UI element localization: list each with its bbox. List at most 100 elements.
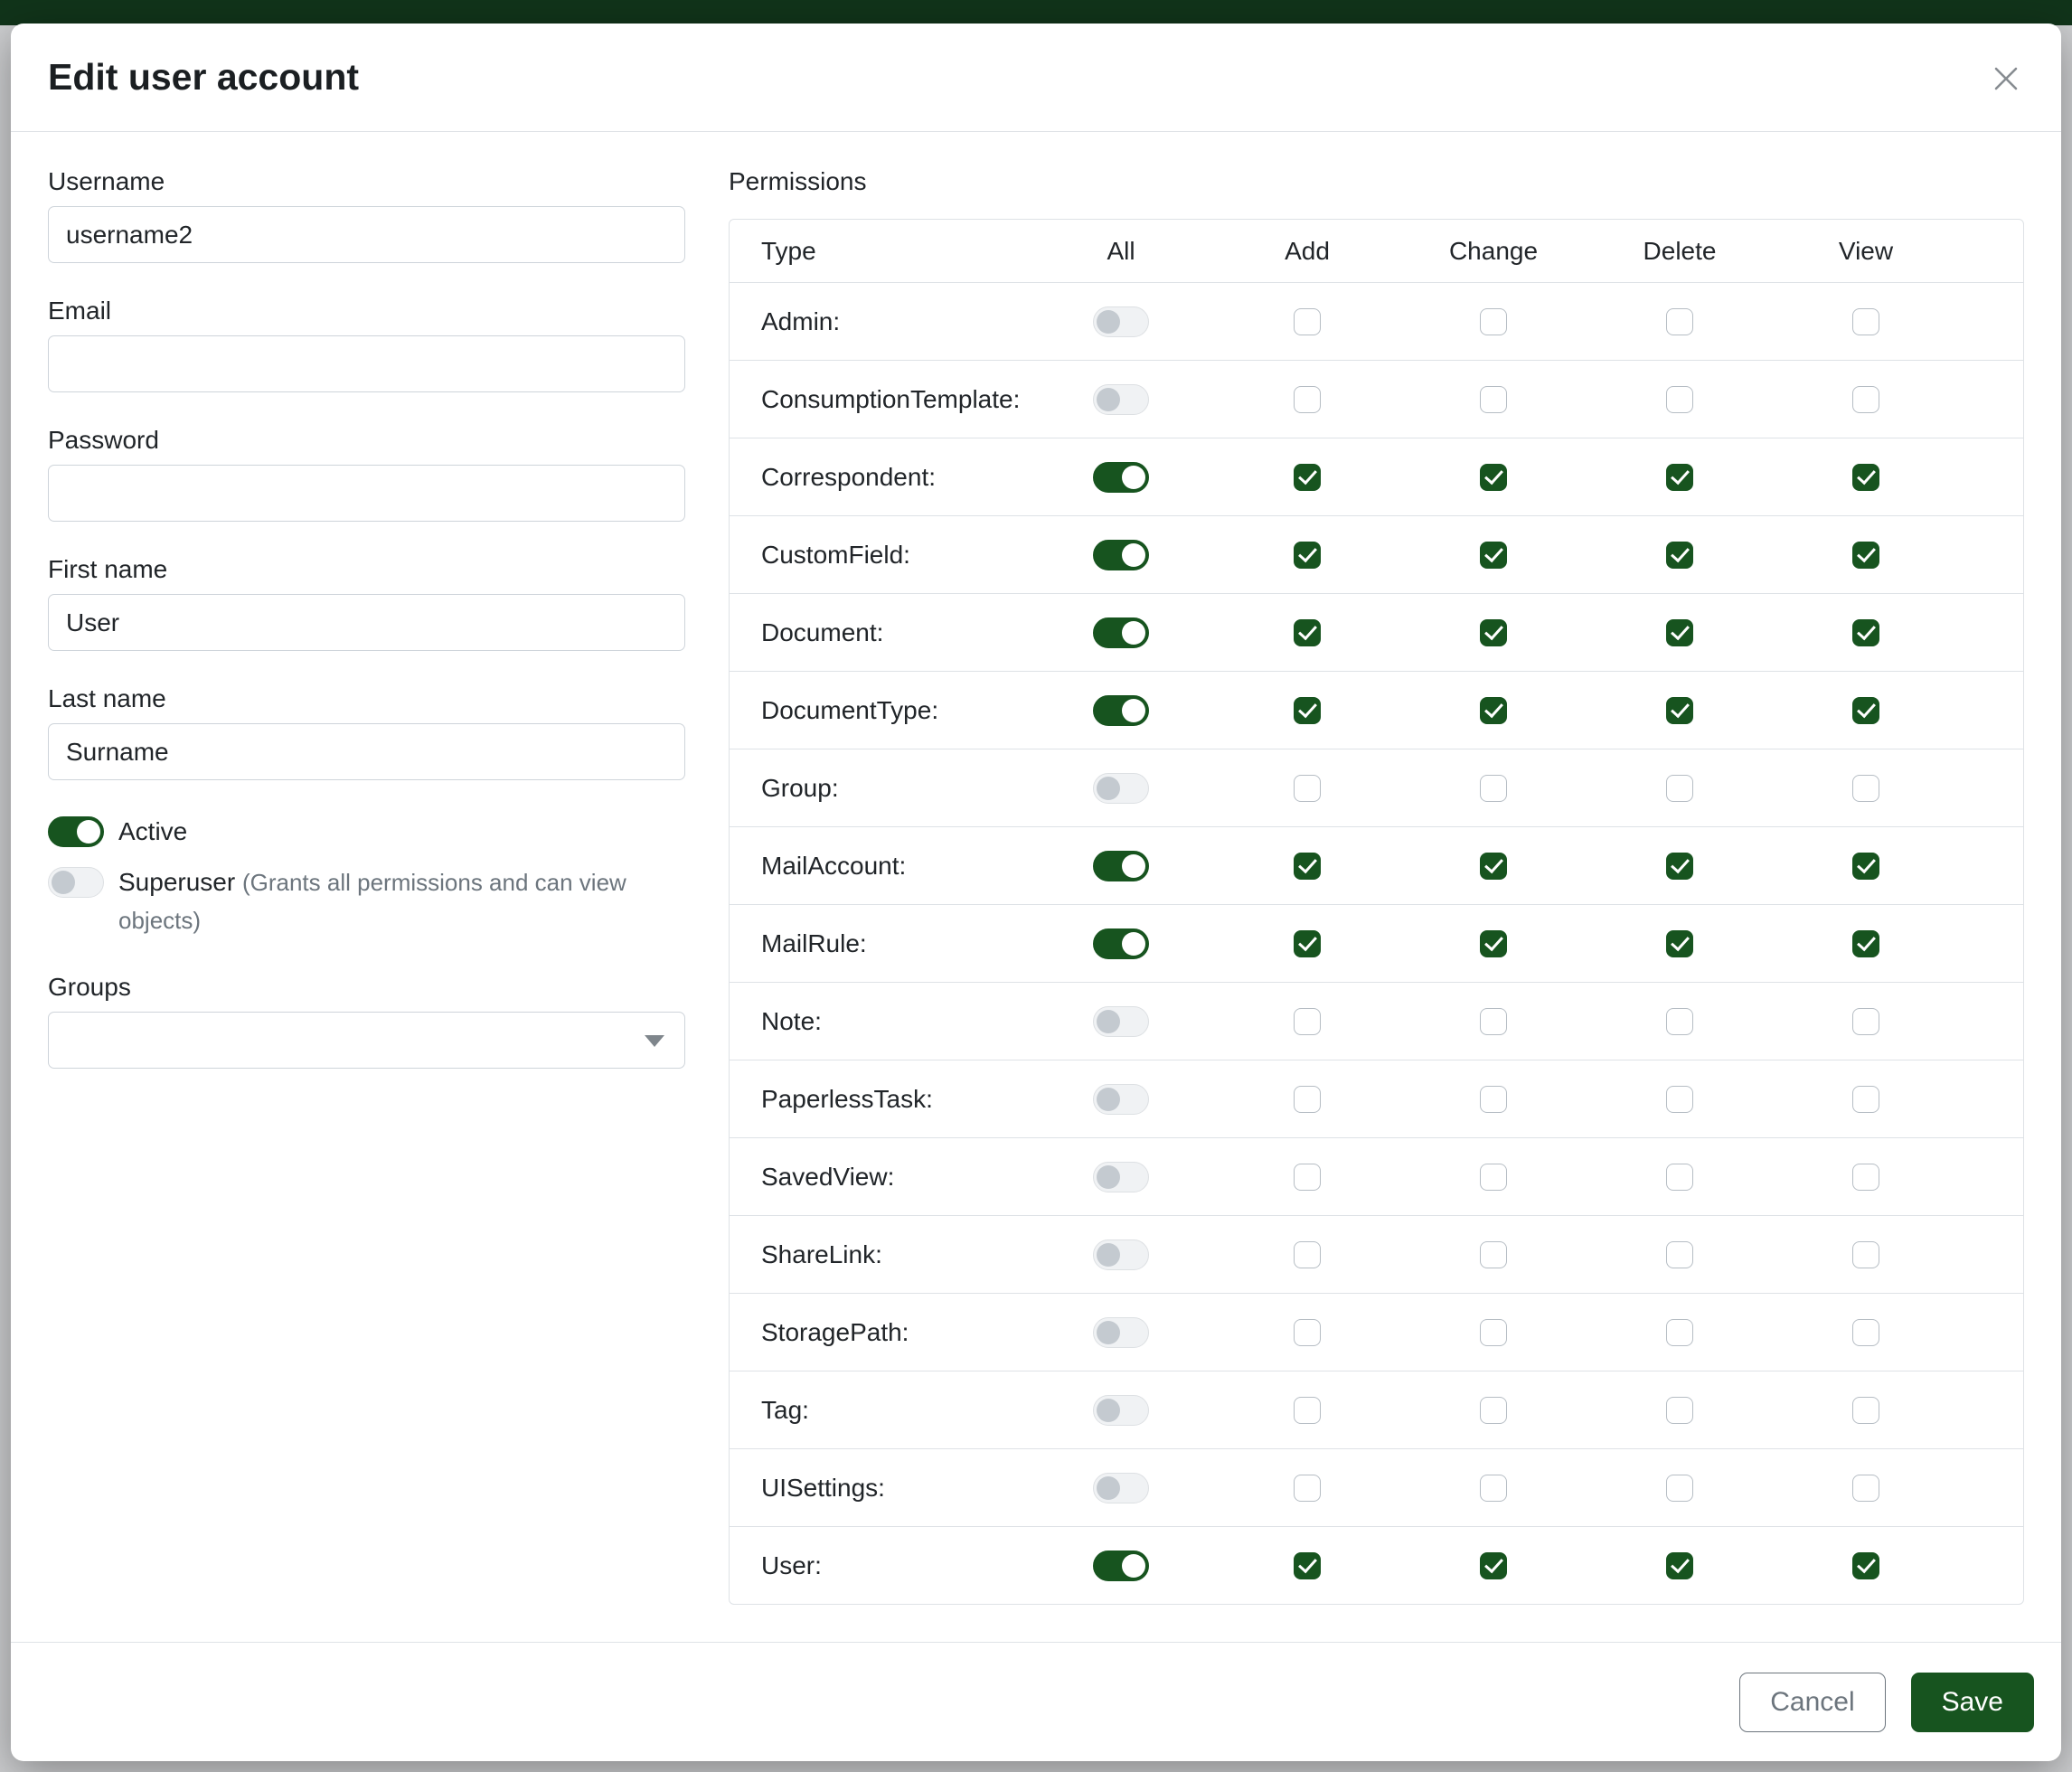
permission-change-checkbox[interactable] (1480, 853, 1507, 880)
close-button[interactable] (1985, 58, 2027, 99)
permission-change-checkbox[interactable] (1480, 1008, 1507, 1035)
permission-add-checkbox[interactable] (1294, 1086, 1321, 1113)
permission-add-checkbox[interactable] (1294, 308, 1321, 335)
permission-delete-checkbox[interactable] (1666, 1086, 1693, 1113)
permission-all-toggle[interactable] (1093, 1239, 1149, 1270)
permission-view-checkbox[interactable] (1852, 308, 1879, 335)
permission-view-checkbox[interactable] (1852, 697, 1879, 724)
permission-view-checkbox[interactable] (1852, 1397, 1879, 1424)
permission-all-toggle[interactable] (1093, 1006, 1149, 1037)
permission-add-checkbox[interactable] (1294, 542, 1321, 569)
groups-select[interactable] (48, 1012, 685, 1069)
permission-all-toggle[interactable] (1093, 695, 1149, 726)
permission-add-checkbox[interactable] (1294, 1164, 1321, 1191)
permission-all-toggle[interactable] (1093, 1473, 1149, 1503)
permission-row: Group: (730, 749, 2023, 826)
permission-delete-checkbox[interactable] (1666, 1241, 1693, 1268)
permission-view-checkbox[interactable] (1852, 1552, 1879, 1579)
permission-delete-checkbox[interactable] (1666, 308, 1693, 335)
permission-delete-checkbox[interactable] (1666, 619, 1693, 646)
permission-add-checkbox[interactable] (1294, 464, 1321, 491)
permission-all-toggle[interactable] (1093, 306, 1149, 337)
permission-all-toggle[interactable] (1093, 1162, 1149, 1192)
permission-change-checkbox[interactable] (1480, 542, 1507, 569)
permission-change-checkbox[interactable] (1480, 775, 1507, 802)
password-input[interactable] (48, 465, 685, 522)
email-input[interactable] (48, 335, 685, 392)
permission-add-checkbox[interactable] (1294, 386, 1321, 413)
permission-add-checkbox[interactable] (1294, 1552, 1321, 1579)
permission-delete-checkbox[interactable] (1666, 542, 1693, 569)
permission-all-toggle[interactable] (1093, 1550, 1149, 1581)
permission-all-toggle[interactable] (1093, 928, 1149, 959)
permission-add-checkbox[interactable] (1294, 1008, 1321, 1035)
permission-view-checkbox[interactable] (1852, 542, 1879, 569)
permission-delete-checkbox[interactable] (1666, 1552, 1693, 1579)
permission-add-checkbox[interactable] (1294, 1319, 1321, 1346)
permission-view-checkbox[interactable] (1852, 775, 1879, 802)
permission-all-toggle[interactable] (1093, 384, 1149, 415)
last-name-input[interactable] (48, 723, 685, 780)
permission-delete-checkbox[interactable] (1666, 930, 1693, 957)
permission-view-checkbox[interactable] (1852, 386, 1879, 413)
permission-change-checkbox[interactable] (1480, 1164, 1507, 1191)
permission-change-checkbox[interactable] (1480, 386, 1507, 413)
permission-add-checkbox[interactable] (1294, 853, 1321, 880)
permission-delete-checkbox[interactable] (1666, 1397, 1693, 1424)
permission-delete-checkbox[interactable] (1666, 1008, 1693, 1035)
permission-add-checkbox[interactable] (1294, 775, 1321, 802)
permission-delete-checkbox[interactable] (1666, 1319, 1693, 1346)
permission-delete-checkbox[interactable] (1666, 386, 1693, 413)
permission-view-checkbox[interactable] (1852, 1086, 1879, 1113)
permissions-rows: Admin:ConsumptionTemplate:Correspondent:… (730, 282, 2023, 1604)
permission-view-checkbox[interactable] (1852, 1008, 1879, 1035)
permission-all-toggle[interactable] (1093, 1084, 1149, 1115)
permission-add-checkbox[interactable] (1294, 930, 1321, 957)
permission-change-checkbox[interactable] (1480, 619, 1507, 646)
permission-all-toggle[interactable] (1093, 773, 1149, 804)
permission-all-toggle[interactable] (1093, 617, 1149, 648)
permission-add-checkbox[interactable] (1294, 1475, 1321, 1502)
permission-delete-checkbox[interactable] (1666, 697, 1693, 724)
permission-change-checkbox[interactable] (1480, 697, 1507, 724)
permission-delete-checkbox[interactable] (1666, 1164, 1693, 1191)
username-input[interactable] (48, 206, 685, 263)
permission-add-checkbox[interactable] (1294, 1397, 1321, 1424)
active-toggle[interactable] (48, 816, 104, 847)
first-name-input[interactable] (48, 594, 685, 651)
permission-delete-checkbox[interactable] (1666, 775, 1693, 802)
permission-change-checkbox[interactable] (1480, 1397, 1507, 1424)
toggle-knob (1097, 1088, 1120, 1111)
permission-view-checkbox[interactable] (1852, 1241, 1879, 1268)
permission-change-checkbox[interactable] (1480, 308, 1507, 335)
cancel-button[interactable]: Cancel (1739, 1673, 1885, 1732)
permission-all-toggle[interactable] (1093, 1317, 1149, 1348)
permission-delete-checkbox[interactable] (1666, 1475, 1693, 1502)
permission-change-checkbox[interactable] (1480, 1552, 1507, 1579)
permission-delete-checkbox[interactable] (1666, 464, 1693, 491)
permission-view-checkbox[interactable] (1852, 619, 1879, 646)
permission-add-checkbox[interactable] (1294, 619, 1321, 646)
permission-delete-checkbox[interactable] (1666, 853, 1693, 880)
permission-all-toggle[interactable] (1093, 851, 1149, 881)
permission-change-checkbox[interactable] (1480, 1241, 1507, 1268)
permission-change-checkbox[interactable] (1480, 464, 1507, 491)
permission-view-checkbox[interactable] (1852, 464, 1879, 491)
permission-add-checkbox[interactable] (1294, 697, 1321, 724)
permission-view-checkbox[interactable] (1852, 930, 1879, 957)
permission-view-checkbox[interactable] (1852, 1319, 1879, 1346)
permission-change-checkbox[interactable] (1480, 1319, 1507, 1346)
permission-all-toggle[interactable] (1093, 462, 1149, 493)
permission-view-checkbox[interactable] (1852, 1164, 1879, 1191)
permission-change-checkbox[interactable] (1480, 1086, 1507, 1113)
column-header-change: Change (1400, 237, 1587, 266)
permission-view-checkbox[interactable] (1852, 1475, 1879, 1502)
superuser-toggle[interactable] (48, 867, 104, 898)
permission-add-checkbox[interactable] (1294, 1241, 1321, 1268)
permission-change-checkbox[interactable] (1480, 1475, 1507, 1502)
permission-view-checkbox[interactable] (1852, 853, 1879, 880)
permission-all-toggle[interactable] (1093, 1395, 1149, 1426)
save-button[interactable]: Save (1911, 1673, 2034, 1732)
permission-change-checkbox[interactable] (1480, 930, 1507, 957)
permission-all-toggle[interactable] (1093, 540, 1149, 570)
